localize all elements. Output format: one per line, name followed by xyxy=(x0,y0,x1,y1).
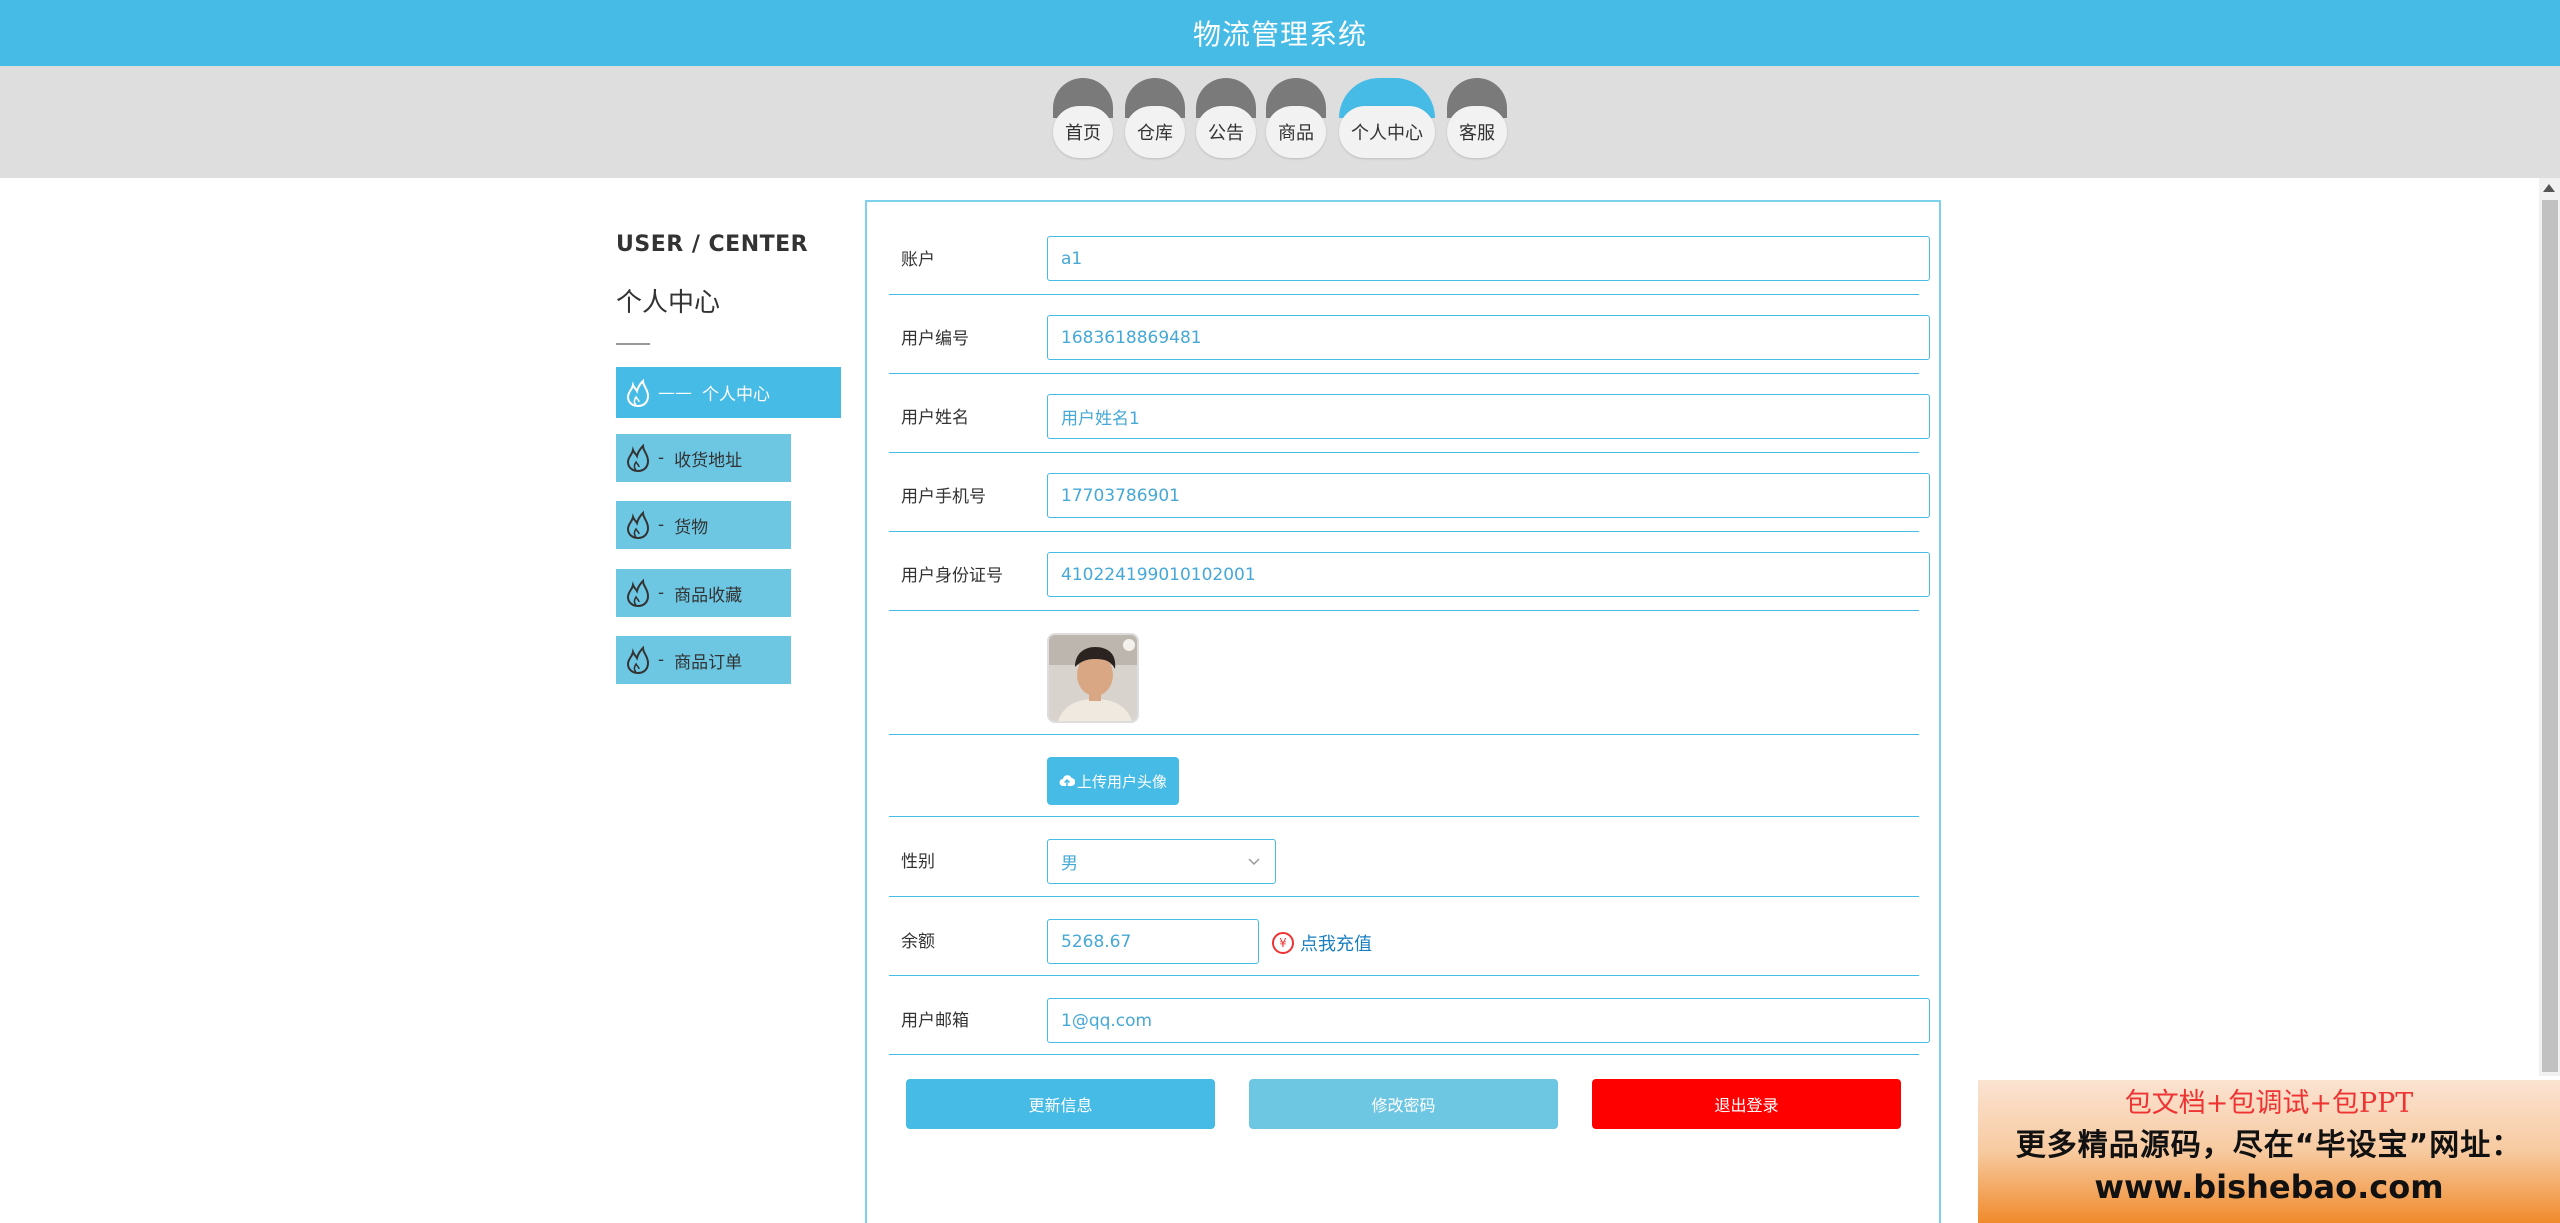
user-no-label: 用户编号 xyxy=(901,329,969,349)
upload-avatar-label: 上传用户头像 xyxy=(1076,772,1167,791)
sidebar-title-en: USER / CENTER xyxy=(616,232,809,257)
upload-avatar-button[interactable]: 上传用户头像 xyxy=(1047,757,1179,805)
menu-prefix: - xyxy=(658,448,665,468)
change-password-button[interactable]: 修改密码 xyxy=(1249,1079,1558,1129)
menu-prefix: - xyxy=(658,583,665,603)
nav-item-label: 公告 xyxy=(1196,106,1256,158)
sidebar-item-orders[interactable]: - 商品订单 xyxy=(616,636,791,684)
nav-item-label: 商品 xyxy=(1266,106,1326,158)
sidebar-item-user-center[interactable]: —— 个人中心 xyxy=(616,367,841,418)
nav-item-home[interactable]: 首页 xyxy=(1053,78,1113,158)
form-row-user-name: 用户姓名 用户姓名1 xyxy=(889,374,1930,453)
flame-icon xyxy=(626,645,650,675)
gender-select[interactable]: 男 xyxy=(1047,839,1276,884)
nav-item-goods[interactable]: 商品 xyxy=(1266,78,1326,158)
user-name-field[interactable]: 用户姓名1 xyxy=(1047,394,1930,439)
form-row-user-no: 用户编号 1683618869481 xyxy=(889,295,1930,374)
account-label: 账户 xyxy=(901,250,935,270)
ad-line-2: 更多精品源码，尽在“毕设宝”网址： xyxy=(2015,1128,2523,1163)
recharge-label: 点我充值 xyxy=(1300,934,1372,955)
avatar-photo xyxy=(1049,635,1137,721)
id-card-label: 用户身份证号 xyxy=(901,566,1003,586)
scrollbar-thumb[interactable] xyxy=(2542,200,2558,1072)
form-row-account: 账户 a1 xyxy=(889,202,1930,295)
email-label: 用户邮箱 xyxy=(901,1011,969,1031)
scroll-up-arrow-icon[interactable] xyxy=(2543,184,2555,192)
form-row-id-card: 用户身份证号 410224199010102001 xyxy=(889,532,1930,611)
nav-item-label: 个人中心 xyxy=(1339,106,1435,158)
user-no-field[interactable]: 1683618869481 xyxy=(1047,315,1930,360)
top-header: 物流管理系统 xyxy=(0,0,2560,66)
nav-item-label: 首页 xyxy=(1053,106,1113,158)
sidebar-item-favorites[interactable]: - 商品收藏 xyxy=(616,569,791,617)
form-row-email: 用户邮箱 1@qq.com xyxy=(889,976,1930,1055)
logout-button[interactable]: 退出登录 xyxy=(1592,1079,1901,1129)
form-row-phone: 用户手机号 17703786901 xyxy=(889,453,1930,532)
form-row-balance: 余额 5268.67 ¥ 点我充值 xyxy=(889,897,1919,976)
avatar xyxy=(1047,633,1139,723)
phone-field[interactable]: 17703786901 xyxy=(1047,473,1930,518)
account-field[interactable]: a1 xyxy=(1047,236,1930,281)
sidebar-item-label: 个人中心 xyxy=(702,385,770,405)
nav-item-warehouse[interactable]: 仓库 xyxy=(1125,78,1185,158)
ad-line-3: www.bishebao.com xyxy=(2094,1168,2444,1206)
nav-item-notice[interactable]: 公告 xyxy=(1196,78,1256,158)
nav-item-label: 仓库 xyxy=(1125,106,1185,158)
sidebar-item-label: 商品订单 xyxy=(674,652,743,673)
form-row-upload: 上传用户头像 xyxy=(889,735,1919,817)
sidebar-item-address[interactable]: - 收货地址 xyxy=(616,434,791,482)
menu-prefix: - xyxy=(658,515,665,535)
sidebar-title-cn: 个人中心 xyxy=(616,288,721,318)
cloud-upload-icon xyxy=(1059,775,1075,787)
recharge-link[interactable]: ¥ 点我充值 xyxy=(1272,930,1372,956)
gender-value: 男 xyxy=(1061,854,1078,874)
balance-label: 余额 xyxy=(901,932,935,952)
id-card-field[interactable]: 410224199010102001 xyxy=(1047,552,1930,597)
app-title: 物流管理系统 xyxy=(1192,18,1367,51)
nav-item-label: 客服 xyxy=(1447,106,1507,158)
sidebar-item-label: 货物 xyxy=(674,517,709,538)
update-info-button[interactable]: 更新信息 xyxy=(906,1079,1215,1129)
form-row-avatar xyxy=(889,611,1919,735)
flame-icon xyxy=(626,510,650,540)
balance-field[interactable]: 5268.67 xyxy=(1047,919,1259,964)
phone-label: 用户手机号 xyxy=(901,487,986,507)
flame-icon xyxy=(626,578,650,608)
sidebar-item-label: 收货地址 xyxy=(674,450,743,471)
nav-item-user-center[interactable]: 个人中心 xyxy=(1339,78,1435,158)
ad-line-1: 包文档+包调试+包PPT xyxy=(2124,1088,2414,1119)
nav-item-service[interactable]: 客服 xyxy=(1447,78,1507,158)
sidebar-item-label: 商品收藏 xyxy=(674,585,743,606)
menu-prefix: - xyxy=(658,650,665,670)
form-row-gender: 性别 男 xyxy=(889,817,1919,897)
yen-coin-icon: ¥ xyxy=(1272,932,1294,954)
gender-label: 性别 xyxy=(901,852,935,872)
menu-prefix: —— xyxy=(658,382,692,403)
flame-icon xyxy=(626,378,650,407)
chevron-down-icon xyxy=(1248,858,1260,866)
flame-icon xyxy=(626,443,650,473)
sidebar-divider xyxy=(616,343,650,345)
sidebar-item-cargo[interactable]: - 货物 xyxy=(616,501,791,549)
user-info-form: 账户 a1 用户编号 1683618869481 用户姓名 用户姓名1 用户手机… xyxy=(865,200,1941,1223)
user-name-label: 用户姓名 xyxy=(901,408,969,428)
ad-banner[interactable]: 包文档+包调试+包PPT 更多精品源码，尽在“毕设宝”网址： www.bishe… xyxy=(1978,1080,2560,1223)
email-field[interactable]: 1@qq.com xyxy=(1047,998,1930,1043)
